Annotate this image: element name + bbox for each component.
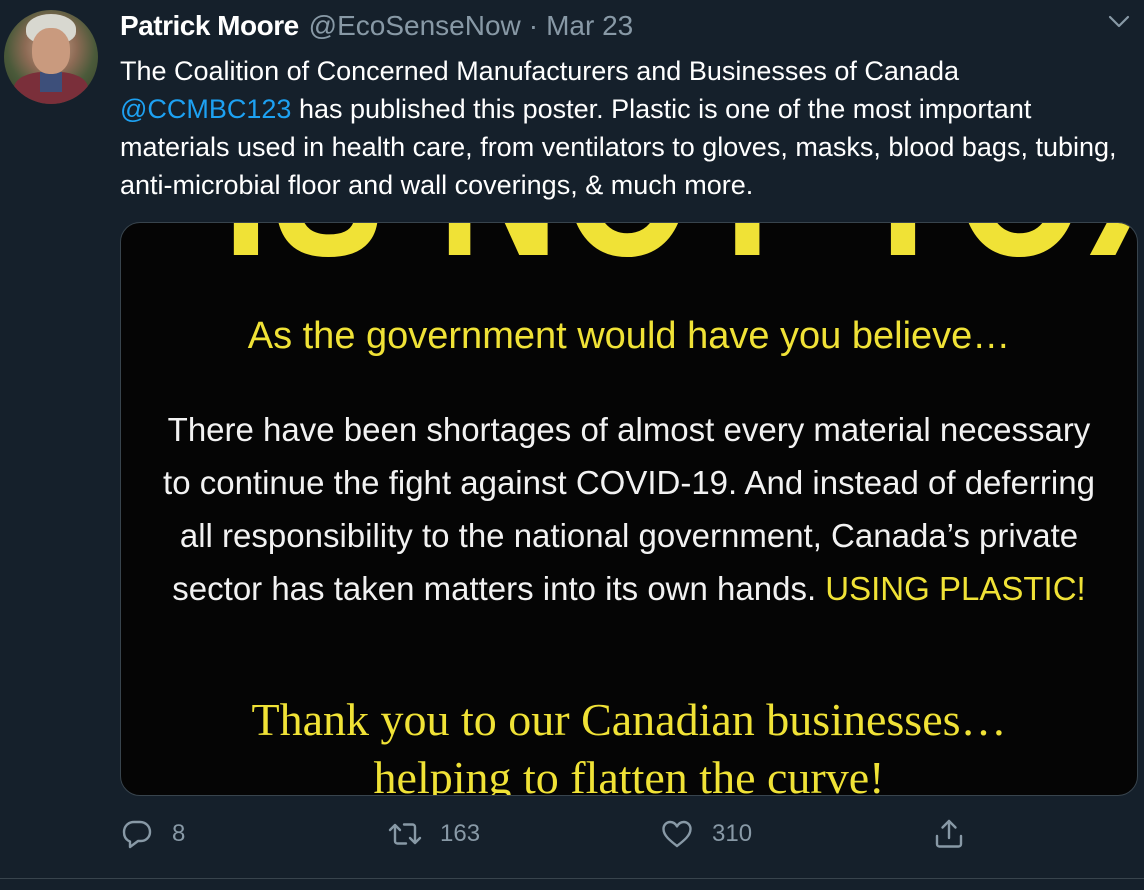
retweet-count: 163	[440, 820, 481, 847]
share-icon	[935, 819, 963, 848]
retweet-icon	[388, 823, 422, 845]
retweet-button[interactable]: 163	[388, 812, 480, 856]
reply-button[interactable]: 8	[120, 812, 185, 856]
like-button[interactable]: 310	[660, 812, 752, 856]
heart-icon	[662, 820, 692, 848]
share-button[interactable]	[932, 812, 984, 856]
avatar-collar	[40, 72, 62, 92]
poster-subhead: As the government would have you believe…	[247, 315, 1011, 357]
author-handle[interactable]: @EcoSenseNow	[309, 10, 521, 42]
tweet-date[interactable]: Mar 23	[546, 10, 633, 42]
avatar-face	[32, 28, 70, 74]
reply-icon	[122, 820, 152, 849]
tweet-divider	[0, 878, 1144, 879]
chevron-down-icon[interactable]	[1108, 14, 1130, 30]
tweet[interactable]: Patrick Moore @EcoSenseNow · Mar 23 The …	[0, 0, 1144, 890]
author-name[interactable]: Patrick Moore	[120, 10, 299, 42]
tweet-text: The Coalition of Concerned Manufacturers…	[120, 52, 1130, 204]
like-count: 310	[712, 820, 753, 847]
tweet-actions: 8 163 310	[120, 812, 1000, 856]
poster-thanks: Thank you to our Canadian businesses… he…	[121, 691, 1137, 796]
separator-dot: ·	[528, 10, 539, 41]
poster-headline: IS NOT TOXIC	[223, 223, 1137, 293]
poster-thanks-line2: helping to flatten the curve!	[373, 752, 885, 796]
tweet-header: Patrick Moore @EcoSenseNow · Mar 23	[120, 10, 633, 46]
poster-paragraph: There have been shortages of almost ever…	[161, 403, 1097, 615]
tweet-image[interactable]: IS NOT TOXIC As the government would hav…	[120, 222, 1138, 796]
mention-link[interactable]: @CCMBC123	[120, 94, 291, 124]
reply-count: 8	[172, 820, 186, 847]
tweet-text-part1: The Coalition of Concerned Manufacturers…	[120, 56, 959, 86]
poster-paragraph-highlight: USING PLASTIC!	[825, 570, 1086, 607]
avatar[interactable]	[4, 10, 98, 104]
poster-thanks-line1: Thank you to our Canadian businesses…	[251, 694, 1007, 745]
